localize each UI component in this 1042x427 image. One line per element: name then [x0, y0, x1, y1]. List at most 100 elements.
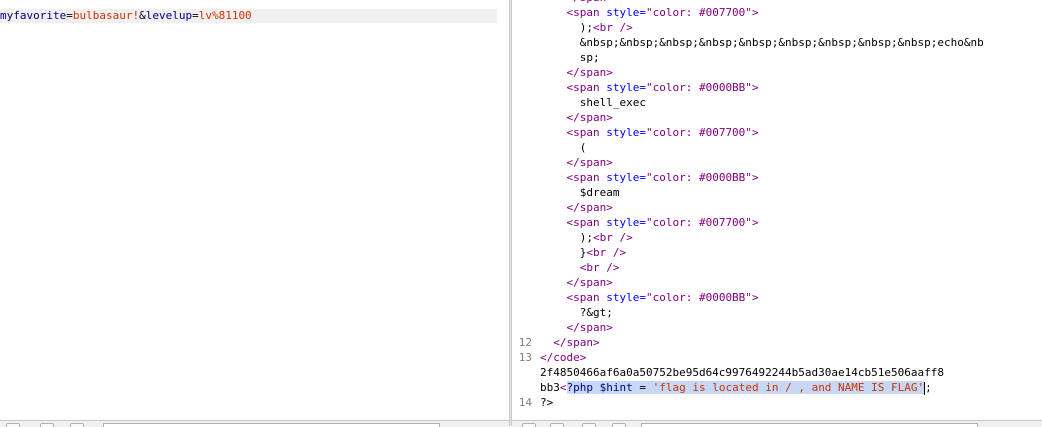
code-token: </span> [553, 336, 600, 349]
line-text: </span> [566, 110, 612, 125]
code-token: > [751, 6, 759, 19]
line-text: <span style="color: #007700"> [566, 5, 758, 20]
code-token: "color: #007700" [645, 126, 752, 139]
line-text: <span style="color: #007700"> [566, 215, 758, 230]
code-token: > [751, 171, 759, 184]
code-token: </span> [566, 111, 613, 124]
code-token: </span> [566, 66, 613, 79]
line-text: </span> [566, 200, 612, 215]
line-text: &nbsp;&nbsp;&nbsp;&nbsp;&nbsp;&nbsp;&nbs… [580, 35, 984, 50]
next-icon[interactable] [612, 423, 626, 427]
request-body-line[interactable]: myfavorite=bulbasaur!&levelup=lv%81100 [0, 9, 497, 23]
code-token: style= [606, 6, 646, 19]
code-token: > [751, 126, 759, 139]
line-number: 13 [518, 351, 532, 364]
code-token: </code> [540, 351, 587, 364]
code-token: ?php [566, 381, 600, 394]
line-text: </span> [566, 275, 612, 290]
request-token: levelup [145, 9, 193, 22]
code-token: > [751, 81, 759, 94]
line-text: </code> [540, 350, 586, 365]
next-icon[interactable] [70, 423, 84, 427]
line-text: </span> [553, 335, 599, 350]
code-token: </span> [566, 156, 613, 169]
response-search-input[interactable] [641, 423, 978, 427]
line-text: </span> [566, 65, 612, 80]
code-token: "color: #007700" [645, 216, 752, 229]
request-pane[interactable]: myfavorite=bulbasaur!&levelup=lv%81100 [0, 0, 509, 426]
line-text: <span style="color: #0000BB"> [566, 290, 758, 305]
code-token: sp; [579, 51, 600, 64]
code-token: <span [566, 126, 607, 139]
code-token: style= [606, 126, 646, 139]
code-token: </span> [566, 201, 613, 214]
line-text: shell_exec [580, 95, 646, 110]
code-token: ?> [540, 396, 554, 409]
code-token: <span [566, 6, 607, 19]
request-token: bulbasaur! [72, 9, 140, 22]
code-token: style= [606, 291, 646, 304]
code-token: bb3 [540, 381, 560, 394]
code-token: 2f4850466af6a0a50752be95d64c9976492244b5… [540, 366, 944, 379]
code-token: "color: #007700" [645, 6, 752, 19]
request-token: = [192, 9, 199, 22]
request-token: myfavorite [0, 9, 67, 22]
code-token: <span [566, 291, 607, 304]
code-token: <br /> [579, 261, 620, 274]
line-text: );<br /> [580, 20, 633, 35]
line-text: <br /> [580, 260, 620, 275]
line-text: ( [580, 140, 587, 155]
response-pane[interactable]: </span><span style="color: #007700">);<b… [512, 0, 1042, 426]
code-token: style= [606, 81, 646, 94]
code-token: ( [579, 141, 587, 154]
line-text: </span> [566, 155, 612, 170]
code-token: <br /> [592, 21, 633, 34]
code-token: ?&gt; [579, 306, 613, 319]
code-token: ); [579, 21, 593, 34]
code-token: </span> [566, 0, 612, 4]
line-text: 2f4850466af6a0a50752be95d64c9976492244b5… [540, 365, 944, 380]
code-token: <span [566, 171, 607, 184]
code-token: <span [566, 81, 607, 94]
code-token: $hint [599, 381, 633, 394]
code-token: = [632, 381, 653, 394]
line-text: bb3<?php $hint = 'flag is located in / ,… [540, 380, 932, 395]
code-token: &nbsp;&nbsp;&nbsp;&nbsp;&nbsp;&nbsp;&nbs… [579, 36, 984, 49]
code-token: <br /> [586, 246, 627, 259]
code-token: "color: #0000BB" [645, 291, 752, 304]
code-token: ; [925, 381, 932, 394]
code-token: <span [566, 216, 607, 229]
line-text: <span style="color: #007700"> [566, 125, 758, 140]
code-token: </span> [566, 321, 613, 334]
help-icon[interactable] [522, 423, 536, 427]
line-text: ?> [540, 395, 553, 410]
code-token: > [751, 291, 759, 304]
code-token: style= [606, 216, 646, 229]
prev-icon[interactable] [40, 423, 54, 427]
request-token: = [66, 9, 73, 22]
code-token: > [751, 216, 759, 229]
line-text: <span style="color: #0000BB"> [566, 170, 758, 185]
code-token: shell_exec [579, 96, 646, 109]
code-token: 'flag is located in / , and NAME IS FLAG… [652, 381, 925, 394]
line-text: ?&gt; [580, 305, 613, 320]
settings-icon[interactable] [550, 423, 564, 427]
code-token: < [559, 381, 567, 394]
settings-icon[interactable] [6, 423, 20, 427]
code-token: <br /> [592, 231, 633, 244]
line-number: 12 [518, 336, 532, 349]
line-text: </span> [566, 320, 612, 335]
code-token: "color: #0000BB" [645, 81, 752, 94]
code-token: $dream [579, 186, 620, 199]
code-token: </span> [566, 276, 613, 289]
request-search-input[interactable] [103, 423, 440, 427]
line-text: );<br /> [580, 230, 633, 245]
line-text: }<br /> [580, 245, 626, 260]
line-text: $dream [580, 185, 620, 200]
line-number: 14 [518, 396, 532, 409]
code-token: style= [606, 171, 646, 184]
prev-icon[interactable] [582, 423, 596, 427]
code-token: "color: #0000BB" [645, 171, 752, 184]
line-text: <span style="color: #0000BB"> [566, 80, 758, 95]
code-token: ); [579, 231, 593, 244]
